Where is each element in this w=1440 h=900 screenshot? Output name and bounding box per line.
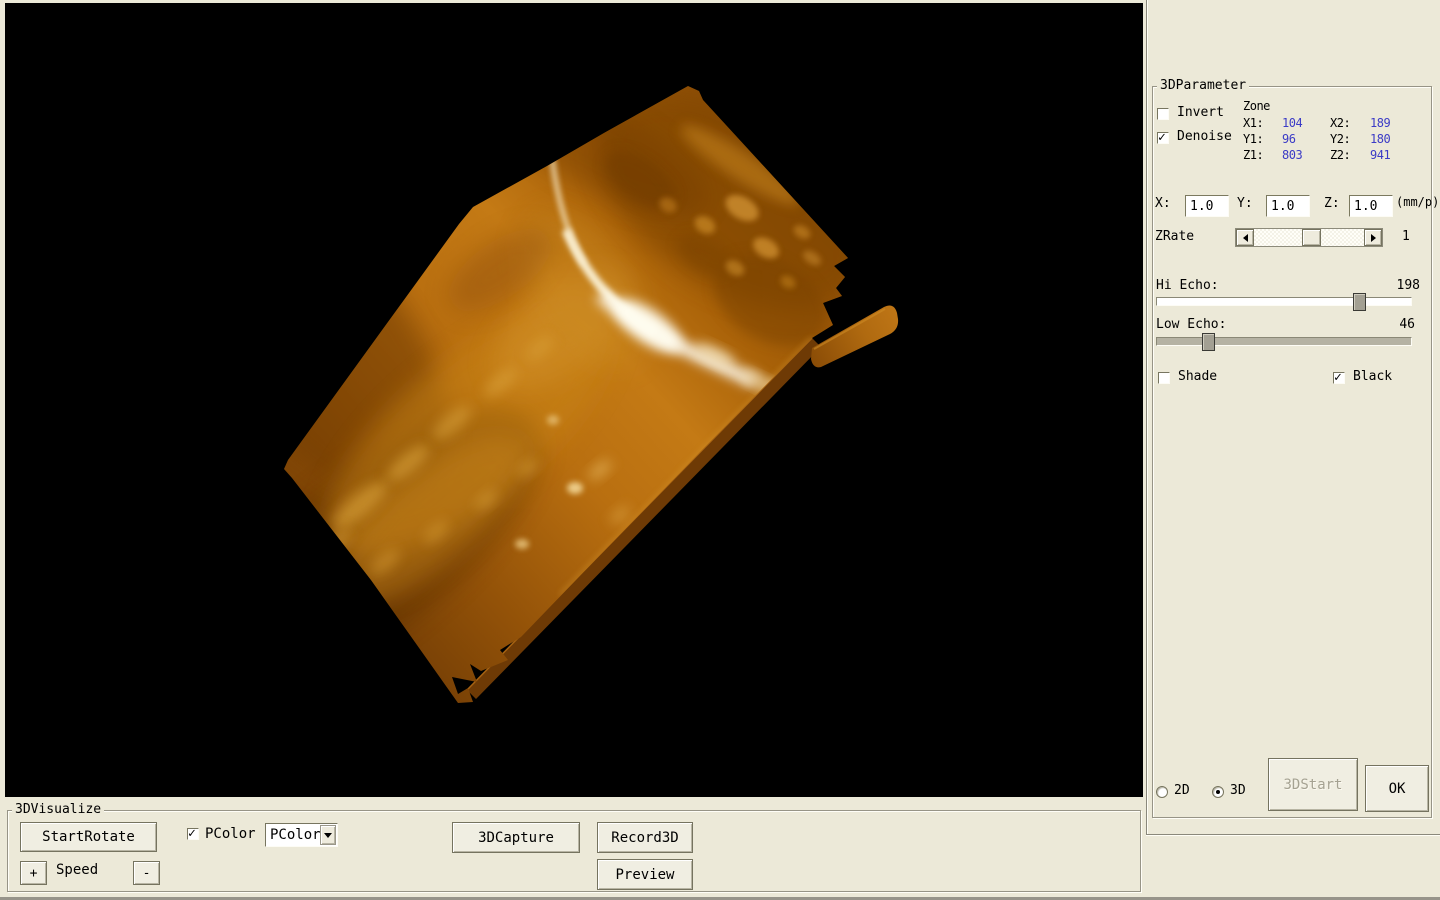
pcolor-combo-dropdown-button[interactable] [320,825,336,845]
pcolor-combo-value: PColor [270,827,321,843]
scale-y-input[interactable] [1266,195,1310,217]
capture-3d-button[interactable]: 3DCapture [452,822,580,853]
black-label: Black [1353,370,1392,384]
zone-z2-label: Z2: [1330,149,1350,162]
invert-label: Invert [1177,106,1224,120]
scale-y-label: Y: [1237,197,1253,211]
hi-echo-slider-thumb[interactable] [1353,293,1366,311]
zone-x2-label: X2: [1330,117,1350,130]
shade-checkbox[interactable] [1158,372,1170,384]
parameter-groupbox-title: 3DParameter [1157,79,1249,92]
start-3d-button[interactable]: 3DStart [1268,758,1358,811]
visualize-groupbox-title: 3DVisualize [12,803,104,816]
pcolor-checkbox-label: PColor [205,827,256,841]
denoise-label: Denoise [1177,130,1232,144]
mode-3d-label: 3D [1230,784,1246,798]
hi-echo-value: 198 [1378,279,1420,293]
hi-echo-label: Hi Echo: [1156,279,1219,293]
shade-label: Shade [1178,370,1217,384]
zone-x1-value: 104 [1282,117,1302,130]
hi-echo-slider-track[interactable] [1156,297,1412,306]
scroll-right-icon [1371,234,1376,242]
low-echo-value: 46 [1373,318,1415,332]
pcolor-checkbox[interactable] [187,828,199,840]
zrate-scroll-right-button[interactable] [1364,229,1382,246]
zone-x2-value: 189 [1370,117,1390,130]
zone-x1-label: X1: [1243,117,1263,130]
dropdown-arrow-icon [324,833,332,838]
zrate-value: 1 [1402,230,1410,244]
low-echo-slider-track[interactable] [1156,337,1412,346]
scale-unit-label: (mm/p) [1396,195,1439,209]
low-echo-label: Low Echo: [1156,318,1226,332]
zone-y1-label: Y1: [1243,133,1263,146]
scale-x-input[interactable] [1185,195,1229,217]
zone-z1-label: Z1: [1243,149,1263,162]
mode-2d-label: 2D [1174,784,1190,798]
scroll-left-icon [1243,234,1248,242]
zone-y2-value: 180 [1370,133,1390,146]
render-viewport[interactable] [5,3,1143,797]
pcolor-combo[interactable]: PColor [265,823,338,847]
panel-divider-highlight [1147,0,1148,835]
ok-button[interactable]: OK [1365,765,1429,812]
ultrasound-render [5,3,1143,797]
speed-minus-button[interactable]: - [133,861,160,885]
scale-x-label: X: [1155,197,1171,211]
record-3d-button[interactable]: Record3D [597,822,693,853]
speed-label: Speed [56,863,98,877]
low-echo-slider-thumb[interactable] [1202,333,1215,351]
zone-z2-value: 941 [1370,149,1390,162]
start-rotate-button[interactable]: StartRotate [20,822,157,852]
zone-z1-value: 803 [1282,149,1302,162]
zrate-scroll-left-button[interactable] [1236,229,1254,246]
invert-checkbox[interactable] [1157,108,1169,120]
scale-z-input[interactable] [1349,195,1393,217]
zone-y1-value: 96 [1282,133,1295,146]
zrate-scrollbar[interactable] [1235,228,1383,247]
speed-plus-button[interactable]: + [20,861,47,885]
zrate-label: ZRate [1155,230,1194,244]
panel-bottom-divider-highlight [1146,835,1440,836]
scale-z-label: Z: [1324,197,1340,211]
mode-3d-radio[interactable] [1212,786,1224,798]
black-checkbox[interactable] [1333,372,1345,384]
zone-title: Zone [1243,100,1270,113]
preview-button[interactable]: Preview [597,859,693,890]
zone-y2-label: Y2: [1330,133,1350,146]
app-window: 3DParameter Invert Denoise Zone X1: 104 … [0,0,1440,900]
denoise-checkbox[interactable] [1157,132,1169,144]
mode-2d-radio[interactable] [1156,786,1168,798]
zrate-scrollbar-thumb[interactable] [1302,229,1321,246]
